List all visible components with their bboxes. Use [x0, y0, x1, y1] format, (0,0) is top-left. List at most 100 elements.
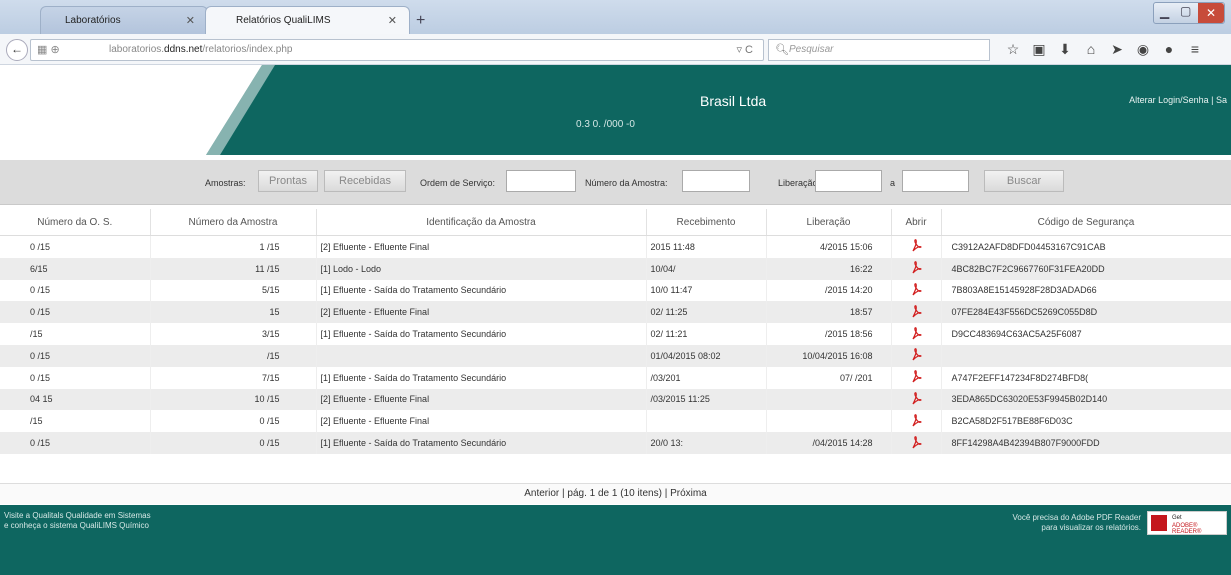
address-bar[interactable]: ▦ ⊕ laboratorios.ddns.net/relatorios/ind…	[30, 39, 764, 61]
cell-recebimento: 10/0 11:47	[646, 279, 767, 302]
cell-identificacao: [1] Efluente - Saída do Tratamento Secun…	[316, 366, 647, 389]
cell-numero-os: 0 /15	[0, 432, 151, 454]
cell-numero-amostra: 10 /15	[150, 388, 317, 411]
buscar-button[interactable]: Buscar	[984, 170, 1064, 192]
new-tab-icon[interactable]: +	[416, 12, 425, 30]
prontas-button[interactable]: Prontas	[258, 170, 318, 192]
tab-laboratorios[interactable]: Laboratórios ✕	[40, 6, 208, 34]
adobe-pdf-icon	[1151, 515, 1167, 531]
back-arrow-icon[interactable]: ←	[6, 39, 28, 61]
search-icon: 🔍︎	[775, 44, 789, 56]
footer-right-text: Você precisa do Adobe PDF Reader para vi…	[1012, 513, 1141, 533]
window-close-icon[interactable]: ✕	[1198, 3, 1224, 23]
search-placeholder: Pesquisar	[789, 44, 834, 55]
cell-abrir	[891, 344, 942, 367]
numero-amostra-label: Número da Amostra:	[585, 178, 668, 188]
cell-recebimento	[646, 410, 767, 433]
pagination[interactable]: Anterior | pág. 1 de 1 (10 itens) | Próx…	[0, 483, 1231, 504]
cell-abrir	[891, 366, 942, 389]
account-links[interactable]: Alterar Login/Senha | Sa	[1129, 95, 1227, 105]
pdf-icon[interactable]	[911, 326, 922, 340]
table-header-row: Número da O. S. Número da Amostra Identi…	[0, 209, 1231, 236]
cell-liberacao: 4/2015 15:06	[766, 235, 892, 258]
col-liberacao[interactable]: Liberação	[766, 209, 892, 236]
chat-icon[interactable]: ●	[1156, 41, 1182, 57]
cell-numero-amostra: 1 /15	[150, 235, 317, 258]
cell-liberacao: /2015 14:20	[766, 279, 892, 302]
maximize-icon[interactable]: ▢	[1180, 4, 1191, 18]
extension-icon[interactable]: ◉	[1130, 41, 1156, 58]
tab-label: Relatórios QualiLIMS	[236, 15, 331, 26]
table-row: 0 /15 1 /15 [2] Efluente - Efluente Final 2…	[0, 235, 1231, 258]
toolbar-icons: ☆ ▣ ⬇ ⌂ ➤ ◉ ● ≡	[1000, 41, 1208, 58]
menu-icon[interactable]: ≡	[1182, 41, 1208, 57]
footer-left-line1[interactable]: Visite a Qualitals Qualidade em Sistemas	[4, 511, 151, 521]
col-numero-os[interactable]: Número da O. S.	[0, 209, 151, 236]
cell-codigo-seguranca: 07FE284E43F556DC5269C055D8D	[941, 301, 1231, 324]
pdf-icon[interactable]	[911, 392, 922, 405]
company-name: Brasil Ltda	[700, 93, 767, 109]
cell-numero-amostra: 3/15	[150, 323, 317, 345]
liberacao-start-input[interactable]	[815, 170, 882, 192]
pdf-icon[interactable]	[911, 261, 922, 274]
tab-relatorios[interactable]: Relatórios QualiLIMS ✕	[205, 6, 410, 34]
pdf-icon[interactable]	[911, 283, 922, 296]
cell-identificacao: [2] Efluente - Efluente Final	[316, 410, 647, 433]
cell-liberacao: /2015 18:56	[766, 323, 892, 345]
amostras-label: Amostras:	[205, 178, 246, 188]
cell-identificacao: [2] Efluente - Efluente Final	[316, 388, 647, 411]
table-row: /15 3/15 [1] Efluente - Saída do Tratament…	[0, 323, 1231, 345]
adobe-reader-text: ADOBE® READER®	[1172, 523, 1202, 535]
pdf-icon[interactable]	[911, 239, 922, 252]
cell-codigo-seguranca: A747F2EFF147234F8D274BFD8(	[941, 366, 1231, 389]
window-controls: ▁ ▢ ✕	[1153, 2, 1225, 24]
cell-recebimento: /03/201	[646, 366, 767, 389]
cell-abrir	[891, 432, 942, 454]
cell-numero-os: 04 15	[0, 388, 151, 411]
send-icon[interactable]: ➤	[1104, 41, 1130, 58]
browser-tab-bar: Laboratórios ✕ Relatórios QualiLIMS ✕ + …	[0, 0, 1231, 34]
cell-recebimento: 20/0 13:	[646, 432, 767, 454]
cell-numero-amostra: 7/15	[150, 366, 317, 389]
table-row: 04 15 10 /15 [2] Efluente - Efluente Final…	[0, 388, 1231, 411]
minimize-icon[interactable]: ▁	[1160, 5, 1169, 19]
pdf-icon[interactable]	[911, 435, 922, 449]
cell-abrir	[891, 279, 942, 302]
footer-left-line2[interactable]: e conheça o sistema QualiLIMS Químico	[4, 521, 151, 531]
cell-codigo-seguranca: 7B803A8E15145928F28D3ADAD66	[941, 279, 1231, 302]
pdf-icon[interactable]	[911, 304, 922, 318]
pdf-icon[interactable]	[911, 413, 922, 427]
site-info-icon[interactable]: ▦ ⊕	[37, 43, 60, 56]
reading-list-icon[interactable]: ▣	[1026, 41, 1052, 58]
col-numero-amostra[interactable]: Número da Amostra	[150, 209, 317, 236]
reload-icon[interactable]: ▿ C	[736, 43, 753, 56]
footer-left-text: Visite a Qualitals Qualidade em Sistemas…	[4, 511, 151, 531]
recebidas-button[interactable]: Recebidas	[324, 170, 406, 192]
search-input[interactable]: 🔍︎ Pesquisar	[768, 39, 990, 61]
liberacao-label: Liberação:	[778, 178, 821, 188]
numero-amostra-input[interactable]	[682, 170, 750, 192]
cell-abrir	[891, 257, 942, 280]
close-icon[interactable]: ✕	[388, 14, 397, 27]
url-text: laboratorios.ddns.net/relatorios/index.p…	[109, 44, 293, 55]
cell-recebimento: 01/04/2015 08:02	[646, 344, 767, 367]
cell-identificacao: [1] Efluente - Saída do Tratamento Secun…	[316, 323, 647, 345]
col-codigo-seguranca: Código de Segurança	[941, 209, 1231, 236]
close-icon[interactable]: ✕	[186, 14, 195, 27]
adobe-reader-badge[interactable]: Get ADOBE® READER®	[1147, 511, 1227, 535]
table-row: 0 /15 0 /15 [1] Efluente - Saída do Tratam…	[0, 432, 1231, 454]
col-identificacao[interactable]: Identificação da Amostra	[316, 209, 647, 236]
cell-codigo-seguranca: 3EDA865DC63020E53F9945B02D140	[941, 388, 1231, 411]
bookmark-star-icon[interactable]: ☆	[1000, 41, 1026, 58]
cell-numero-amostra: /15	[150, 344, 317, 367]
ordem-servico-input[interactable]	[506, 170, 576, 192]
cell-identificacao: [2] Efluente - Efluente Final	[316, 301, 647, 324]
pdf-icon[interactable]	[911, 370, 922, 383]
footer-right-line2: para visualizar os relatórios.	[1041, 523, 1141, 532]
home-icon[interactable]: ⌂	[1078, 41, 1104, 57]
pdf-icon[interactable]	[911, 348, 922, 361]
cell-liberacao	[766, 410, 892, 433]
download-icon[interactable]: ⬇	[1052, 41, 1078, 58]
col-recebimento[interactable]: Recebimento	[646, 209, 767, 236]
liberacao-end-input[interactable]	[902, 170, 969, 192]
